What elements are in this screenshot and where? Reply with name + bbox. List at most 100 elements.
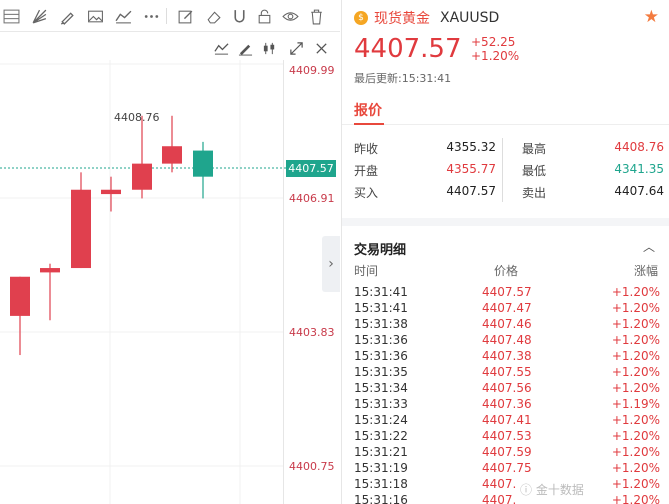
trade-row: 15:31:24 4407.41 +1.20% — [354, 412, 660, 428]
candle-body[interactable] — [10, 276, 30, 316]
y-tick-label: 4403.83 — [289, 326, 335, 339]
stat-high: 最高 4408.76 — [522, 140, 669, 158]
stat-prev-close: 昨收 4355.32 — [354, 140, 504, 158]
header-change: 涨幅 — [633, 264, 658, 278]
trade-time: 15:31:35 — [354, 365, 408, 379]
trade-change: +1.20% — [611, 317, 660, 331]
trade-change: +1.20% — [611, 285, 660, 299]
candle-body[interactable] — [40, 268, 60, 273]
chart-panel[interactable]: 4409.99 4406.91 4403.83 4400.75 4407.57 … — [0, 0, 340, 504]
trade-price: 4407.56 — [482, 381, 532, 395]
trade-change: +1.20% — [611, 381, 660, 395]
trades-title: 交易明细 — [354, 243, 407, 258]
gold-coin-icon: $ — [354, 11, 368, 25]
trade-change: +1.19% — [611, 397, 660, 411]
trade-time: 15:31:21 — [354, 445, 408, 459]
trade-time: 15:31:36 — [354, 333, 408, 347]
candle-body[interactable] — [193, 150, 213, 177]
tab-active-indicator — [354, 123, 384, 125]
stat-ask: 卖出 4407.64 — [522, 184, 669, 202]
section-divider — [342, 218, 669, 226]
stat-open: 开盘 4355.77 — [354, 162, 504, 180]
trade-row: 15:31:36 4407.38 +1.20% — [354, 348, 660, 364]
y-tick-label: 4409.99 — [289, 64, 335, 77]
tab-divider — [342, 124, 669, 125]
trade-change: +1.20% — [611, 429, 660, 443]
stat-value: 4407.64 — [614, 184, 664, 198]
trade-price: 4407.75 — [482, 461, 532, 475]
candle-body[interactable] — [162, 146, 182, 164]
trade-time: 15:31:16 — [354, 493, 408, 504]
trade-time: 15:31:18 — [354, 477, 408, 491]
trade-price: 4407.46 — [482, 317, 532, 331]
trade-row: 15:31:36 4407.48 +1.20% — [354, 332, 660, 348]
stat-label: 最高 — [522, 142, 547, 156]
change-percent: +1.20% — [471, 49, 520, 63]
trade-time: 15:31:41 — [354, 285, 408, 299]
stat-low: 最低 4341.35 — [522, 162, 669, 180]
trade-change: +1.20% — [611, 365, 660, 379]
instrument-name: 现货黄金 — [374, 11, 430, 27]
change-value: +52.25 — [471, 35, 516, 49]
trade-change: +1.20% — [611, 477, 660, 491]
trade-change: +1.20% — [611, 333, 660, 347]
trade-price: 4407.48 — [482, 333, 532, 347]
trade-price: 4407.53 — [482, 429, 532, 443]
chevron-up-icon[interactable]: ︿ — [643, 238, 655, 255]
header-price: 价格 — [494, 264, 519, 278]
trade-row: 15:31:38 4407.46 +1.20% — [354, 316, 660, 332]
trade-row: 15:31:41 4407.47 +1.20% — [354, 300, 660, 316]
trade-row: 15:31:19 4407.75 +1.20% — [354, 460, 660, 476]
trade-price: 4407.38 — [482, 349, 532, 363]
stats-divider — [502, 138, 503, 202]
trade-price: 4407.36 — [482, 397, 532, 411]
trade-time: 15:31:19 — [354, 461, 408, 475]
chevron-right-icon: › — [328, 256, 334, 272]
app-window: 4409.99 4406.91 4403.83 4400.75 4407.57 … — [0, 0, 669, 504]
trade-change: +1.20% — [611, 349, 660, 363]
trades-list: 15:31:41 4407.57 +1.20% 15:31:41 4407.47 +1.2… — [354, 284, 660, 504]
header-time: 时间 — [354, 264, 379, 278]
trade-price: 4407.59 — [482, 445, 532, 459]
stat-value: 4407.57 — [446, 184, 496, 198]
trade-price: 4407. — [482, 493, 517, 504]
collapse-panel-button[interactable]: › — [322, 236, 340, 292]
trade-row: 15:31:41 4407.57 +1.20% — [354, 284, 660, 300]
trade-time: 15:31:38 — [354, 317, 408, 331]
stat-label: 买入 — [354, 186, 379, 200]
trade-time: 15:31:34 — [354, 381, 408, 395]
trade-price: 4407. — [482, 477, 517, 491]
candle-body[interactable] — [101, 189, 121, 195]
trade-price: 4407.55 — [482, 365, 532, 379]
stat-label: 最低 — [522, 164, 547, 178]
stat-label: 昨收 — [354, 142, 379, 156]
trade-time: 15:31:33 — [354, 397, 408, 411]
trade-row: 15:31:21 4407.59 +1.20% — [354, 444, 660, 460]
trade-price: 4407.57 — [482, 285, 532, 299]
current-price-tag: 4407.57 — [286, 160, 336, 177]
stat-value: 4355.32 — [446, 140, 496, 154]
trade-row: 15:31:35 4407.55 +1.20% — [354, 364, 660, 380]
price-change: +52.25 +1.20% — [471, 35, 519, 63]
y-tick-label: 4406.91 — [289, 192, 335, 205]
trade-row: 15:31:33 4407.36 +1.19% — [354, 396, 660, 412]
trade-row: 15:31:34 4407.56 +1.20% — [354, 380, 660, 396]
favorite-star-icon[interactable]: ★ — [644, 7, 659, 27]
candle-body[interactable] — [132, 163, 152, 190]
stat-label: 开盘 — [354, 164, 379, 178]
candle-body[interactable] — [71, 189, 91, 269]
trade-price: 4407.41 — [482, 413, 532, 427]
peak-price-label: 4408.76 — [114, 111, 160, 124]
trade-change: +1.20% — [611, 461, 660, 475]
trade-time: 15:31:41 — [354, 301, 408, 315]
trade-row: 15:31:16 4407. +1.20% — [354, 492, 660, 504]
watermark-logo: ⓘ 金十数据 — [520, 483, 584, 497]
trade-time: 15:31:36 — [354, 349, 408, 363]
instrument-header: $ 现货黄金 XAUUSD — [354, 8, 499, 28]
trade-price: 4407.47 — [482, 301, 532, 315]
tab-quote[interactable]: 报价 — [354, 100, 382, 120]
trade-change: +1.20% — [611, 445, 660, 459]
y-tick-label: 4400.75 — [289, 460, 335, 473]
stat-bid: 买入 4407.57 — [354, 184, 504, 202]
trade-time: 15:31:24 — [354, 413, 408, 427]
